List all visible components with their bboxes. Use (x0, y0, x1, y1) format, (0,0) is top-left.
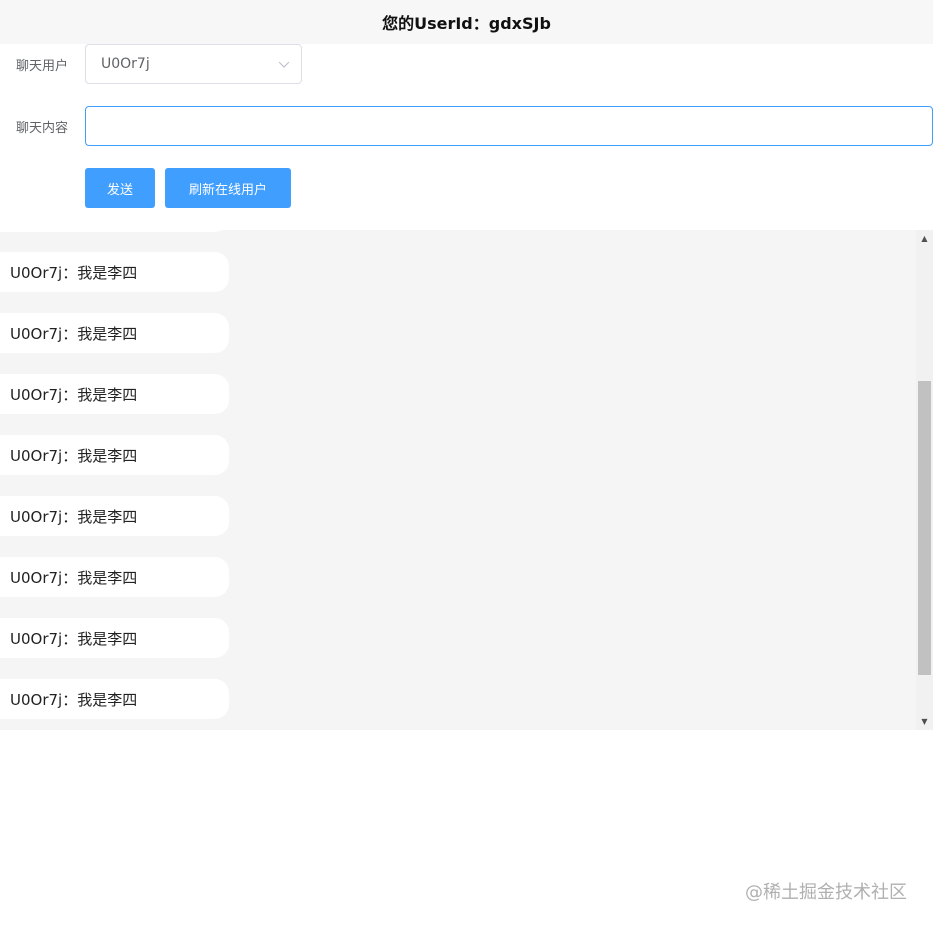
message-text: U0Or7j：我是李四 (10, 385, 138, 404)
chevron-down-icon (278, 61, 290, 68)
send-button[interactable]: 发送 (85, 168, 155, 208)
list-item: U0Or7j：我是李四 (0, 252, 229, 292)
message-text: U0Or7j：我是李四 (10, 690, 138, 709)
list-item: U0Or7j：我是李四 (0, 313, 229, 353)
list-item: U0Or7j：我是李四 (0, 374, 229, 414)
chat-user-select[interactable]: U0Or7j (85, 44, 302, 84)
page-title: 您的UserId：gdxSJb (382, 14, 551, 33)
list-item: U0Or7j：我是李四 (0, 435, 229, 475)
refresh-online-users-button[interactable]: 刷新在线用户 (165, 168, 291, 208)
chat-user-label: 聊天用户 (16, 58, 69, 74)
scroll-up-arrow-icon[interactable]: ▲ (916, 230, 933, 247)
message-text: U0Or7j：我是李四 (10, 568, 138, 587)
content-form-row: 聊天内容 (0, 106, 74, 146)
list-item-partial (0, 230, 229, 232)
message-text: U0Or7j：我是李四 (10, 629, 138, 648)
scrollbar-thumb[interactable] (918, 381, 931, 676)
page-header: 您的UserId：gdxSJb (0, 0, 933, 44)
chat-content-label: 聊天内容 (16, 120, 69, 136)
list-item: U0Or7j：我是李四 (0, 679, 229, 719)
watermark: @稀土掘金技术社区 (745, 882, 907, 903)
message-text: U0Or7j：我是李四 (10, 446, 138, 465)
chat-user-selected-value: U0Or7j (101, 56, 150, 72)
scroll-down-arrow-icon[interactable]: ▼ (916, 713, 933, 730)
chat-scrollbar[interactable]: ▲ ▼ (916, 230, 933, 730)
user-form-row: 聊天用户 (0, 44, 74, 84)
chat-content-input[interactable] (85, 106, 933, 146)
message-text: U0Or7j：我是李四 (10, 507, 138, 526)
chat-message-list[interactable]: U0Or7j：我是李四 U0Or7j：我是李四 U0Or7j：我是李四 U0Or… (0, 230, 933, 730)
message-text: U0Or7j：我是李四 (10, 324, 138, 343)
list-item: U0Or7j：我是李四 (0, 618, 229, 658)
list-item: U0Or7j：我是李四 (0, 557, 229, 597)
list-item: U0Or7j：我是李四 (0, 496, 229, 536)
message-text: U0Or7j：我是李四 (10, 263, 138, 282)
